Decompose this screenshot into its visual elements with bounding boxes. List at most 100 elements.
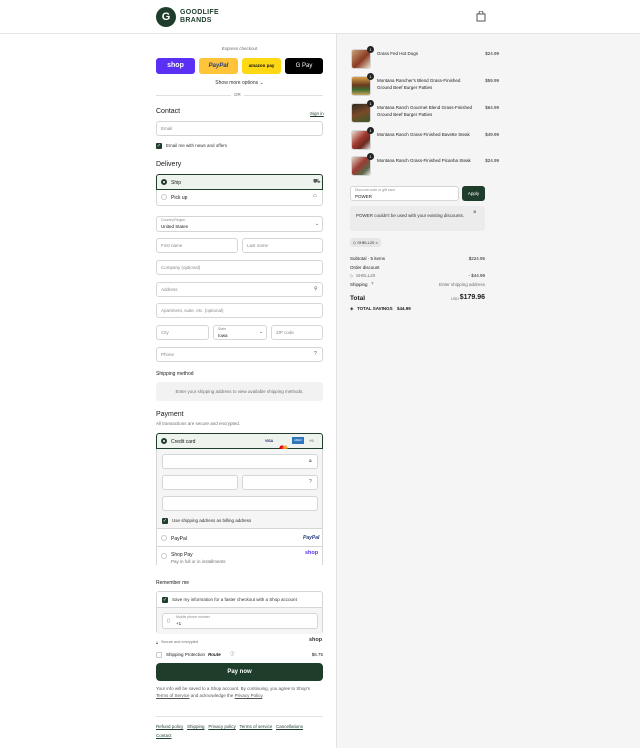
terms-of-service-link[interactable]: Terms of Service <box>156 693 190 698</box>
discount-error: POWER couldn't be used with your existin… <box>350 206 485 231</box>
paypal-radio[interactable] <box>161 535 167 541</box>
pickup-radio[interactable] <box>161 194 167 200</box>
brand-line-1: GOODLIFE <box>180 9 219 16</box>
total-savings-label: TOTAL SAVINGS <box>357 306 393 311</box>
brand-name[interactable]: GOODLIFE BRANDS <box>180 9 219 25</box>
ship-radio[interactable] <box>161 179 167 185</box>
company-field[interactable]: Company (optional) <box>156 260 323 275</box>
terms-text-1: Your info will be saved to a Shop accoun… <box>156 686 311 691</box>
search-icon: ⚲ <box>314 286 318 292</box>
product-name: Grass Fed Hot Dogs <box>377 51 419 56</box>
order-discount-label: Order discount <box>350 265 380 270</box>
terms-of-service-footer-link[interactable]: Terms of service <box>240 724 273 729</box>
cart-item: 1 Montana Ranch Gourmet Blend Grass-Fini… <box>351 100 499 125</box>
shop-pay-radio[interactable] <box>161 553 167 559</box>
footer-links: Refund policy Shipping Privacy policy Te… <box>156 722 323 740</box>
shipping-label: Shipping <box>350 282 368 287</box>
privacy-policy-footer-link[interactable]: Privacy policy <box>208 724 236 729</box>
total-savings-value: $44.99 <box>397 306 411 311</box>
apply-button[interactable]: Apply <box>462 186 485 201</box>
company-placeholder: Company (optional) <box>161 265 201 270</box>
subtotal-value: $224.95 <box>468 256 485 261</box>
cart-item: 1 Montana Rancher's Blend Grass-Finished… <box>351 73 499 98</box>
brand-logo-icon[interactable]: G <box>156 7 176 27</box>
sign-in-link[interactable]: Sign in <box>310 111 324 116</box>
name-on-card-field[interactable] <box>162 496 318 511</box>
shipping-method-note: Enter your shipping address to view avai… <box>156 382 323 401</box>
ship-option[interactable]: Ship ⛟ <box>156 174 323 190</box>
product-price: $64.99 <box>485 105 499 110</box>
delivery-heading: Delivery <box>156 161 182 168</box>
remember-me-heading: Remember me <box>156 580 190 586</box>
show-more-label: Show more options <box>215 80 259 86</box>
save-info-checkbox[interactable]: ✓ <box>162 597 168 603</box>
card-number-field[interactable]: 🔒︎ <box>162 454 318 469</box>
card-details-panel: 🔒︎ ? ✓ Use shipping address as billing a… <box>156 449 323 568</box>
discount-code-label: Discount code or gift card <box>355 188 395 192</box>
city-field[interactable]: City <box>156 325 209 340</box>
applied-discount-code: SHELL20 <box>357 240 375 245</box>
brand-line-2: BRANDS <box>180 17 212 24</box>
currency-label: USD <box>451 297 460 301</box>
zip-field[interactable]: ZIP code <box>271 325 323 340</box>
product-price: $24.99 <box>485 51 499 56</box>
shop-pay-option[interactable]: Shop Pay Pay in full or in installments … <box>157 546 322 568</box>
billing-checkbox[interactable]: ✓ <box>162 518 168 524</box>
last-name-field[interactable]: Last name <box>242 238 323 253</box>
google-pay-button[interactable]: G Pay <box>285 58 323 74</box>
security-code-field[interactable]: ? <box>242 475 318 490</box>
express-checkout-title: Express checkout <box>221 46 258 51</box>
country-select[interactable]: Country/Region United States ⌄ <box>156 216 323 232</box>
address-field[interactable]: Address ⚲ <box>156 282 323 297</box>
refund-policy-link[interactable]: Refund policy <box>156 724 183 729</box>
show-more-options[interactable]: Show more options ⌄ <box>156 80 323 86</box>
amazon-pay-button[interactable]: amazon pay <box>242 58 281 74</box>
shopping-bag-icon[interactable] <box>476 11 486 22</box>
apartment-field[interactable]: Apartment, suite, etc. (optional) <box>156 303 323 318</box>
paypal-logo-icon: PayPal <box>303 535 320 541</box>
help-icon[interactable]: ? <box>371 281 374 286</box>
shipping-link[interactable]: Shipping <box>187 724 205 729</box>
payment-heading: Payment <box>156 411 184 418</box>
email-field[interactable]: Email <box>156 121 323 136</box>
quantity-badge: 1 <box>367 127 374 134</box>
chevron-down-icon: ⌄ <box>315 221 320 227</box>
phone-field[interactable]: Phone? <box>156 347 323 362</box>
contact-link[interactable]: Contact <box>156 733 172 738</box>
close-icon[interactable]: × <box>473 210 477 216</box>
state-select[interactable]: State Iowa ⌄ <box>213 325 267 340</box>
chevron-down-icon: ⌄ <box>259 80 264 86</box>
quantity-badge: 1 <box>367 100 374 107</box>
credit-card-option[interactable]: Credit card VISA AMEX +5 <box>156 433 323 451</box>
help-icon[interactable]: ? <box>309 479 312 485</box>
paypal-label: PayPal <box>171 536 187 542</box>
remove-discount-icon[interactable]: × <box>375 240 377 245</box>
quantity-badge: 1 <box>367 73 374 80</box>
store-icon: ⌂ <box>313 193 317 199</box>
pickup-option[interactable]: Pick up ⌂ <box>156 190 323 206</box>
privacy-policy-link[interactable]: Privacy Policy <box>235 693 263 698</box>
city-placeholder: City <box>161 330 169 335</box>
shop-pay-button[interactable]: shop <box>156 58 195 74</box>
product-price: $59.99 <box>485 78 499 83</box>
shipping-protection-checkbox[interactable] <box>156 652 162 658</box>
paypal-option[interactable]: PayPal PayPal <box>157 528 322 546</box>
info-icon[interactable]: ⓘ <box>230 651 235 657</box>
discount-error-message: POWER couldn't be used with your existin… <box>356 213 465 218</box>
address-placeholder: Address <box>161 287 178 292</box>
truck-icon: ⛟ <box>313 179 321 185</box>
order-discount-code: SHELL20 <box>356 273 376 278</box>
discount-code-field[interactable]: Discount code or gift card POWER <box>350 186 459 201</box>
expiration-field[interactable] <box>162 475 238 490</box>
help-icon[interactable]: ? <box>314 351 317 357</box>
mobile-phone-field[interactable]: ▯ Mobile phone number +1 <box>162 613 318 629</box>
credit-card-radio[interactable] <box>161 438 167 444</box>
first-name-field[interactable]: First name <box>156 238 238 253</box>
tag-icon: ◇ <box>350 273 354 278</box>
pay-now-button[interactable]: Pay now <box>156 663 323 681</box>
news-checkbox[interactable]: ✓ <box>156 143 162 149</box>
paypal-button[interactable]: PayPal <box>199 58 238 74</box>
applied-discount-tag: ◇ SHELL20 × <box>350 238 381 247</box>
terms-text: Your info will be saved to a Shop accoun… <box>156 686 323 699</box>
cancellations-link[interactable]: Cancellations <box>276 724 303 729</box>
